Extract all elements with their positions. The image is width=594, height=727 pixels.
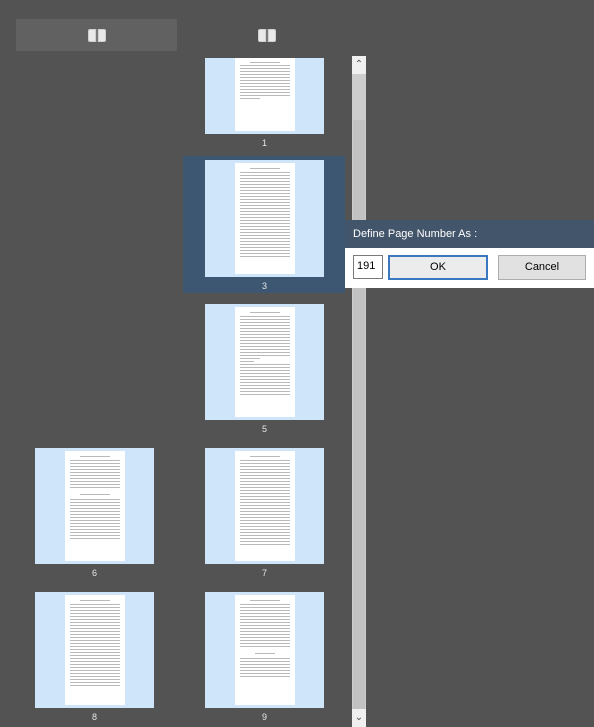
page-label: 6 bbox=[91, 568, 97, 578]
ok-button[interactable]: OK bbox=[388, 255, 488, 280]
page-preview bbox=[235, 451, 295, 561]
page-label: 8 bbox=[91, 712, 97, 722]
dialog-body: 191 OK Cancel bbox=[345, 248, 594, 288]
cancel-button[interactable]: Cancel bbox=[498, 255, 586, 280]
scrollbar-thumb[interactable] bbox=[353, 120, 365, 710]
page-label: 3 bbox=[261, 281, 267, 291]
page-preview bbox=[65, 451, 125, 561]
dialog-title: Define Page Number As : bbox=[345, 220, 594, 248]
define-page-number-dialog: Define Page Number As : 191 OK Cancel bbox=[345, 220, 594, 288]
page-label: 1 bbox=[261, 138, 267, 148]
page-preview bbox=[235, 163, 295, 274]
page-preview bbox=[65, 595, 125, 705]
chevron-up-icon[interactable]: ⌃ bbox=[352, 56, 366, 74]
page-preview bbox=[235, 58, 295, 131]
page-number-input[interactable]: 191 bbox=[353, 255, 383, 279]
page-preview bbox=[235, 595, 295, 705]
page-label: 9 bbox=[261, 712, 267, 722]
chevron-down-icon[interactable]: ⌄ bbox=[352, 709, 366, 727]
page-label: 7 bbox=[261, 568, 267, 578]
thumbnail-panel: 1 3 5 6 7 8 9 bbox=[0, 0, 345, 727]
page-preview bbox=[235, 307, 295, 417]
page-label: 5 bbox=[261, 424, 267, 434]
